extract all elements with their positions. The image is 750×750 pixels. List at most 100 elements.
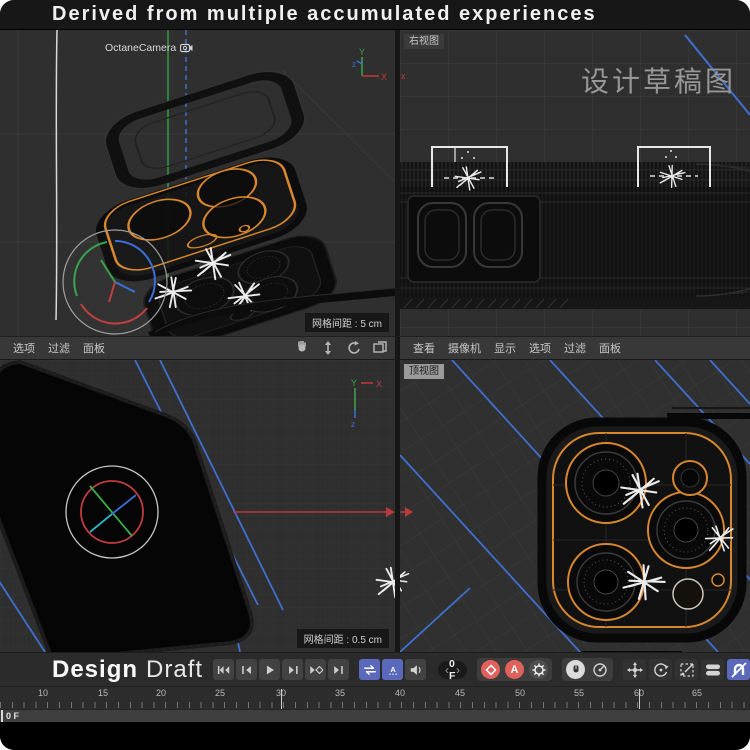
next-frame-button[interactable] bbox=[282, 659, 303, 680]
ruler-label: 20 bbox=[156, 688, 166, 698]
pan-view-icon[interactable] bbox=[294, 341, 309, 356]
range-marker-60[interactable] bbox=[639, 689, 640, 709]
autokey-mode-button[interactable]: A bbox=[382, 659, 403, 680]
sound-button[interactable] bbox=[405, 659, 426, 680]
transform-tools bbox=[623, 659, 750, 680]
menu-item-panel[interactable]: 面板 bbox=[599, 340, 621, 356]
maximize-view-icon[interactable] bbox=[372, 341, 387, 356]
go-to-end-button[interactable] bbox=[328, 659, 349, 680]
go-to-next-key-button[interactable] bbox=[305, 659, 326, 680]
autokey-button[interactable]: A bbox=[505, 660, 524, 679]
camera-module-closeup bbox=[542, 408, 750, 652]
keyframe-record-group: A bbox=[477, 658, 552, 681]
playback-mode-controls: A bbox=[359, 659, 426, 680]
current-frame-bar[interactable]: 0 F bbox=[0, 709, 750, 722]
playback-controls bbox=[213, 659, 349, 680]
camera-icon bbox=[180, 43, 193, 53]
design-draft-watermark: 设计草稿图 bbox=[581, 60, 736, 100]
menu-item-filter[interactable]: 过滤 bbox=[564, 340, 586, 356]
scale-tool-button[interactable] bbox=[675, 659, 698, 680]
go-to-start-button[interactable] bbox=[213, 659, 234, 680]
rotate-tool-button[interactable] bbox=[649, 659, 672, 680]
viewport-label-top[interactable]: 顶视图 bbox=[404, 364, 444, 379]
animation-toolbar: Design Draft bbox=[0, 652, 750, 686]
menu-item-display[interactable]: 显示 bbox=[494, 340, 516, 356]
ruler-label: 25 bbox=[215, 688, 225, 698]
record-filter-group bbox=[562, 658, 613, 681]
current-frame-label: 0 F bbox=[6, 711, 19, 721]
camera-label-text: OctaneCamera bbox=[105, 42, 176, 54]
ruler-tick-marks bbox=[0, 702, 750, 708]
axis-y-label: Y bbox=[351, 378, 357, 388]
lens-bottom-left bbox=[568, 544, 644, 620]
rotation-gizmo[interactable] bbox=[63, 230, 167, 334]
header-title: Derived from multiple accumulated experi… bbox=[52, 3, 597, 26]
mic-hole bbox=[712, 574, 724, 586]
previous-frame-button[interactable] bbox=[236, 659, 257, 680]
axis-z-label: z bbox=[352, 60, 356, 69]
ruler-label: 45 bbox=[455, 688, 465, 698]
viewport-front-view[interactable]: Y X z 网格间距 : 0.5 cm bbox=[0, 360, 395, 652]
keyframe-settings-button[interactable] bbox=[529, 660, 548, 679]
record-rotation-button[interactable] bbox=[590, 660, 609, 679]
menu-item-options[interactable]: 选项 bbox=[13, 340, 35, 356]
frame-next-arrow[interactable]: › bbox=[456, 664, 460, 676]
svg-text:A: A bbox=[390, 665, 396, 674]
menu-item-view[interactable]: 查看 bbox=[413, 340, 435, 356]
menu-left: 选项 过滤 面板 bbox=[0, 337, 395, 359]
brand-light-text: Draft bbox=[146, 656, 203, 684]
perspective-scene bbox=[0, 30, 395, 336]
menu-item-filter[interactable]: 过滤 bbox=[48, 340, 70, 356]
axis-gizmo-front: Y X z bbox=[345, 376, 389, 428]
viewport-label-right[interactable]: 右视图 bbox=[404, 34, 444, 49]
sensor-ring bbox=[673, 579, 703, 609]
c4d-application-window: Derived from multiple accumulated experi… bbox=[0, 0, 750, 750]
screenshot-stage: Derived from multiple accumulated experi… bbox=[0, 0, 750, 750]
ruler-label: 40 bbox=[395, 688, 405, 698]
viewport-right-view[interactable]: x 右视图 设计草稿图 bbox=[400, 30, 750, 336]
viewport-top-view[interactable]: 顶视图 bbox=[400, 360, 750, 652]
playhead[interactable] bbox=[1, 710, 3, 722]
play-button[interactable] bbox=[259, 659, 280, 680]
lens-top-left bbox=[566, 443, 646, 523]
snap-toggle-button[interactable] bbox=[727, 659, 750, 680]
ruler-label: 55 bbox=[574, 688, 584, 698]
bottom-spacer bbox=[0, 722, 750, 750]
viewport-row-top: OctaneCamera Y z X 网格间距 : 5 cm bbox=[0, 30, 750, 336]
autokey-letter: A bbox=[511, 664, 519, 676]
axis-y-label: Y bbox=[359, 47, 365, 57]
loop-playback-button[interactable] bbox=[359, 659, 380, 680]
move-tool-button[interactable] bbox=[623, 659, 646, 680]
record-keyframe-button[interactable] bbox=[481, 660, 500, 679]
move-view-icon[interactable] bbox=[320, 341, 335, 356]
menu-item-options[interactable]: 选项 bbox=[529, 340, 551, 356]
lens-right bbox=[648, 492, 724, 568]
range-marker-30[interactable] bbox=[281, 689, 282, 709]
viewport-perspective[interactable]: OctaneCamera Y z X 网格间距 : 5 cm bbox=[0, 30, 395, 336]
ruler-label: 35 bbox=[335, 688, 345, 698]
brand-bold-text: Design bbox=[52, 656, 138, 684]
frame-value: 0 F bbox=[449, 658, 456, 682]
viewport-row-bottom: Y X z 网格间距 : 0.5 cm bbox=[0, 360, 750, 652]
rotate-view-icon[interactable] bbox=[346, 341, 361, 356]
axis-gizmo-perspective: Y z X bbox=[349, 46, 389, 90]
menu-item-panel[interactable]: 面板 bbox=[83, 340, 105, 356]
header-bar: Derived from multiple accumulated experi… bbox=[0, 0, 750, 30]
grid-spacing-label: 网格间距 : 5 cm bbox=[305, 313, 389, 332]
menu-item-cameras[interactable]: 摄像机 bbox=[448, 340, 481, 356]
brand-watermark: Design Draft bbox=[52, 656, 203, 684]
axis-x-partial: x bbox=[401, 71, 406, 81]
top-view-scene bbox=[400, 360, 750, 652]
camera-label[interactable]: OctaneCamera bbox=[105, 42, 193, 54]
grid-spacing-label: 网格间距 : 0.5 cm bbox=[297, 629, 389, 648]
coordinates-button[interactable] bbox=[701, 659, 724, 680]
ruler-label: 50 bbox=[515, 688, 525, 698]
viewport-menu-bar: 选项 过滤 面板 查看 摄像机 显示 bbox=[0, 336, 750, 360]
timeline-ruler[interactable]: 10 15 20 25 30 35 40 45 50 55 60 65 bbox=[0, 686, 750, 709]
ruler-label: 10 bbox=[38, 688, 48, 698]
ruler-label: 65 bbox=[692, 688, 702, 698]
current-frame-field[interactable]: ‹ 0 F › bbox=[438, 661, 467, 679]
record-position-button[interactable] bbox=[566, 660, 585, 679]
construction-line-white bbox=[56, 30, 57, 320]
ruler-label: 15 bbox=[98, 688, 108, 698]
